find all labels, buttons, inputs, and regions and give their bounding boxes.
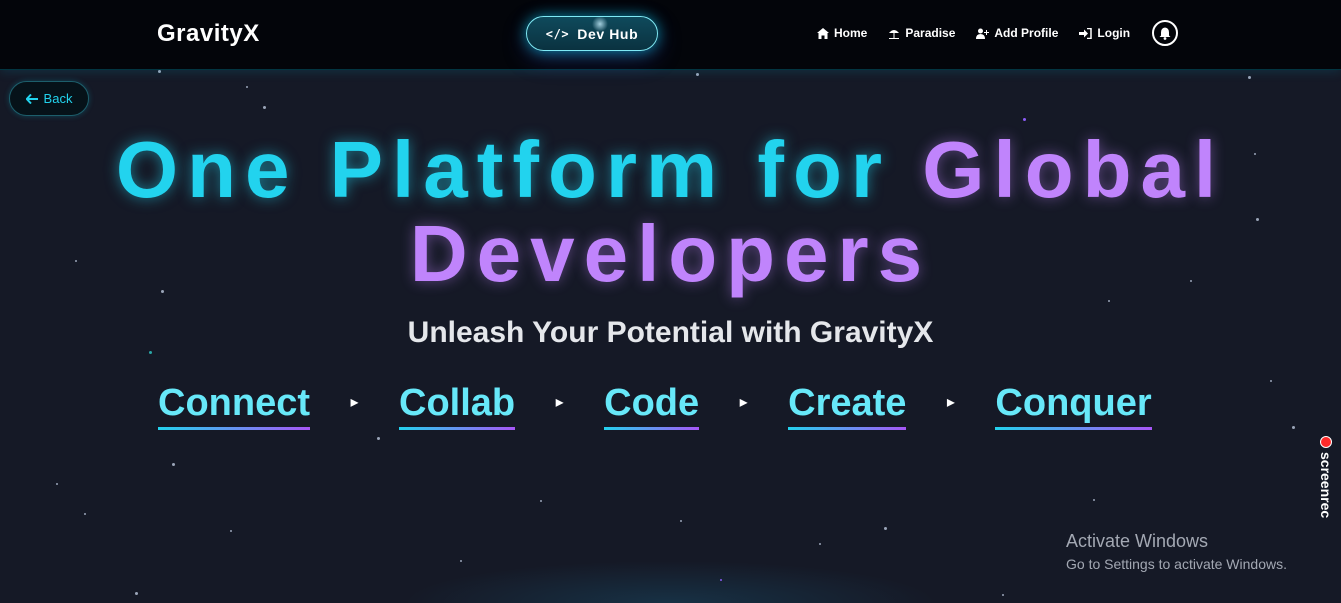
step-code[interactable]: Code	[604, 380, 700, 430]
nav-link-home[interactable]: Home	[817, 26, 867, 40]
hero-subtitle: Unleash Your Potential with GravityX	[407, 316, 934, 349]
nav-link-label: Add Profile	[994, 26, 1059, 40]
beach-umbrella-icon	[889, 29, 900, 39]
triangle-right-icon: ▸	[350, 394, 359, 411]
notification-button[interactable]	[1152, 20, 1178, 46]
activate-title: Activate Windows	[1066, 531, 1209, 551]
record-dot-icon	[1320, 436, 1332, 448]
activate-windows-watermark: Activate Windows Go to Settings to activ…	[1066, 531, 1287, 572]
arrow-left-icon	[25, 93, 38, 104]
step-create[interactable]: Create	[788, 380, 907, 430]
user-plus-icon	[976, 28, 990, 39]
nav-link-login[interactable]: Login	[1079, 26, 1130, 40]
hero-steps: Connect ▸ Collab ▸ Code ▸ Create ▸ Conqu…	[158, 380, 1152, 430]
navbar: GravityX </> Dev Hub Home Paradise Add P…	[0, 0, 1341, 70]
back-label: Back	[43, 91, 73, 106]
hero-headline: One Platform for Global Developers	[0, 128, 1341, 296]
triangle-right-icon: ▸	[555, 394, 564, 411]
nav-link-label: Login	[1097, 26, 1131, 40]
nav-link-label: Home	[834, 26, 868, 40]
bell-icon	[1159, 27, 1171, 40]
nav-link-paradise[interactable]: Paradise	[888, 26, 955, 40]
activate-subtitle: Go to Settings to activate Windows.	[1066, 556, 1287, 572]
triangle-right-icon: ▸	[946, 394, 955, 411]
brand-logo[interactable]: GravityX	[157, 20, 260, 48]
back-button[interactable]: Back	[9, 81, 89, 116]
starfield-background	[0, 0, 1341, 603]
nav-link-label: Paradise	[905, 26, 956, 40]
step-connect[interactable]: Connect	[158, 380, 310, 430]
triangle-right-icon: ▸	[739, 394, 748, 411]
step-conquer[interactable]: Conquer	[995, 380, 1152, 430]
headline-part-1: One Platform for	[115, 125, 892, 214]
page: GravityX </> Dev Hub Home Paradise Add P…	[0, 0, 1341, 603]
dev-hub-glow	[592, 16, 608, 32]
dev-hub-label: Dev Hub	[577, 25, 639, 42]
nav-link-add-profile[interactable]: Add Profile	[976, 26, 1058, 40]
headline-part-3: Developers	[409, 209, 932, 298]
sign-in-icon	[1079, 27, 1093, 39]
nav-links: Home Paradise Add Profile Login	[817, 26, 1130, 40]
screenrec-label: screenrec	[1318, 452, 1334, 519]
screenrec-watermark: screenrec	[1318, 436, 1334, 518]
home-icon	[817, 27, 829, 39]
code-icon: </>	[545, 26, 570, 41]
headline-part-2: Global	[922, 125, 1226, 214]
step-collab[interactable]: Collab	[399, 380, 516, 430]
headline-line-1: One Platform for Global	[0, 128, 1341, 212]
